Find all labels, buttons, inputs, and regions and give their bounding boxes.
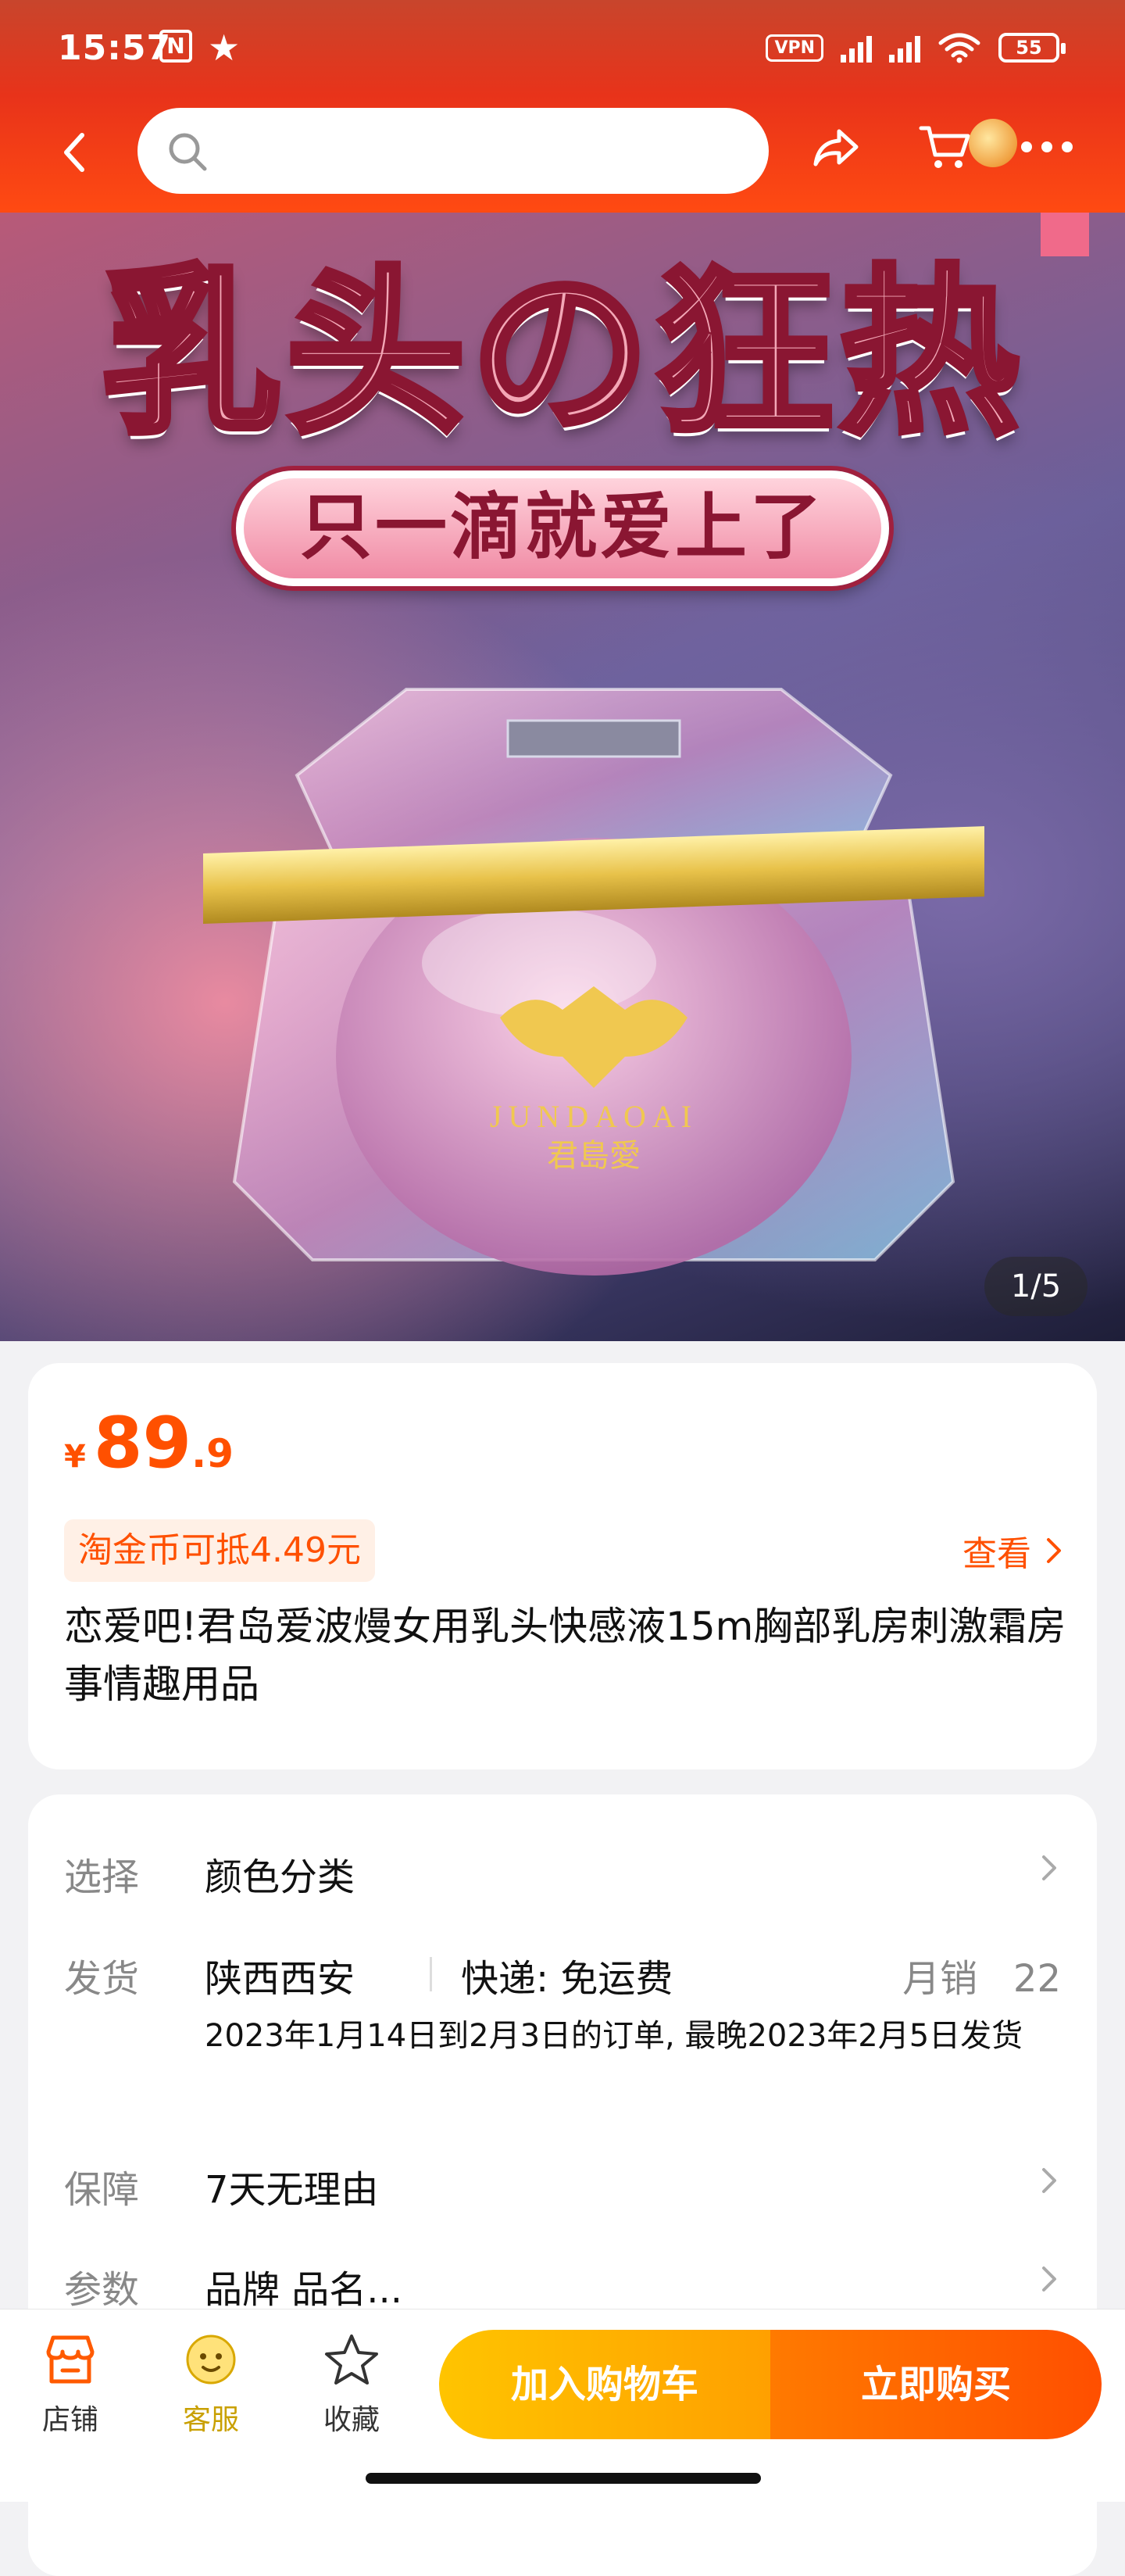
buy-now-button[interactable]: 立即购买 [770, 2330, 1102, 2439]
add-to-cart-button[interactable]: 加入购物车 [439, 2330, 770, 2439]
params-value: 品牌 品名... [205, 2268, 403, 2312]
hero-subtitle: 只一滴就爱上了 [236, 470, 889, 586]
status-bar: 15:57 N ★ VPN 55 [0, 0, 1125, 86]
status-time: 15:57 [58, 28, 172, 68]
coin-discount-tag: 淘金币可抵4.49元 [64, 1519, 375, 1582]
battery-icon: 55 [998, 33, 1066, 63]
sales-value: 22 [1012, 1957, 1061, 2001]
guarantee-value: 7天无理由 [205, 2168, 379, 2212]
tab-service-label: 客服 [182, 2404, 239, 2436]
sales-label: 月销 [902, 1957, 978, 2001]
back-button[interactable] [47, 125, 102, 180]
ship-label: 发货 [64, 1957, 140, 2001]
jar-brand-en: JUNDAOAI [490, 1099, 698, 1134]
jar-brand-cn: 君島愛 [547, 1138, 641, 1174]
nav-bar [0, 86, 1125, 213]
ship-origin: 陕西西安 [205, 1957, 355, 2001]
product-jar-image: JUNDAOAI 君島愛 [203, 688, 984, 1275]
params-label: 参数 [64, 2268, 140, 2312]
ship-fee: 快递: 免运费 [461, 1957, 673, 2001]
signal-icon [841, 33, 872, 63]
home-indicator [366, 2473, 761, 2484]
tab-service[interactable]: 客服 [156, 2328, 266, 2438]
price-card: ¥89.9 淘金币可抵4.49元 查看 恋爱吧!君岛爱波熳女用乳头快感液15m胸… [28, 1363, 1097, 1769]
view-link-label: 查看 [962, 1534, 1031, 1574]
signal-icon-2 [889, 33, 920, 63]
cart-button[interactable] [914, 116, 977, 178]
notification-n-icon: N [159, 30, 192, 63]
share-icon [813, 129, 859, 166]
chevron-right-icon [1047, 1538, 1061, 1563]
guarantee-label: 保障 [64, 2168, 140, 2212]
search-icon [169, 133, 207, 171]
select-label: 选择 [64, 1855, 140, 1899]
more-button[interactable] [1016, 116, 1078, 178]
star-icon: ★ [208, 27, 241, 69]
product-image-carousel[interactable]: 乳头の狂热 只一滴就爱上了 JUNDAOAI 君島愛 1/5 [0, 213, 1125, 1341]
tab-store-label: 店铺 [41, 2404, 98, 2436]
store-icon [39, 2328, 102, 2391]
search-input[interactable] [138, 108, 769, 194]
tab-favorite[interactable]: 收藏 [297, 2328, 406, 2438]
more-icon [1021, 141, 1073, 152]
ship-note: 2023年1月14日到2月3日的订单, 最晚2023年2月5日发货 [205, 2018, 1023, 2054]
customer-service-icon [180, 2328, 242, 2391]
product-title: 恋爱吧!君岛爱波熳女用乳头快感液15m胸部乳房刺激霜房事情趣用品 [64, 1604, 1066, 1707]
price-decimal: .9 [191, 1431, 234, 1476]
star-outline-icon [320, 2328, 383, 2391]
monthly-sales: 月销 22 [902, 1948, 1061, 2002]
price-currency: ¥ [64, 1439, 86, 1475]
header: 15:57 N ★ VPN 55 [0, 0, 1125, 213]
chevron-right-icon [1042, 2168, 1056, 2193]
tab-fav-label: 收藏 [323, 2404, 380, 2436]
status-indicators: VPN 55 [766, 28, 1066, 67]
share-button[interactable] [805, 116, 867, 178]
tab-store[interactable]: 店铺 [16, 2328, 125, 2438]
hero-title: 乳头の狂热 [98, 245, 1023, 462]
chevron-right-icon [1042, 1855, 1056, 1880]
cart-icon [919, 126, 970, 168]
price: ¥89.9 [64, 1402, 234, 1484]
image-page-indicator: 1/5 [984, 1257, 1088, 1316]
chevron-right-icon [1042, 2267, 1056, 2292]
cart-badge-icon [969, 119, 1017, 167]
select-value: 颜色分类 [205, 1855, 355, 1899]
divider [430, 1957, 432, 1991]
price-integer: 89 [93, 1402, 192, 1484]
back-icon [64, 133, 84, 172]
view-link[interactable]: 查看 [962, 1526, 1062, 1576]
vpn-icon: VPN [766, 34, 823, 62]
wifi-icon [938, 33, 980, 63]
